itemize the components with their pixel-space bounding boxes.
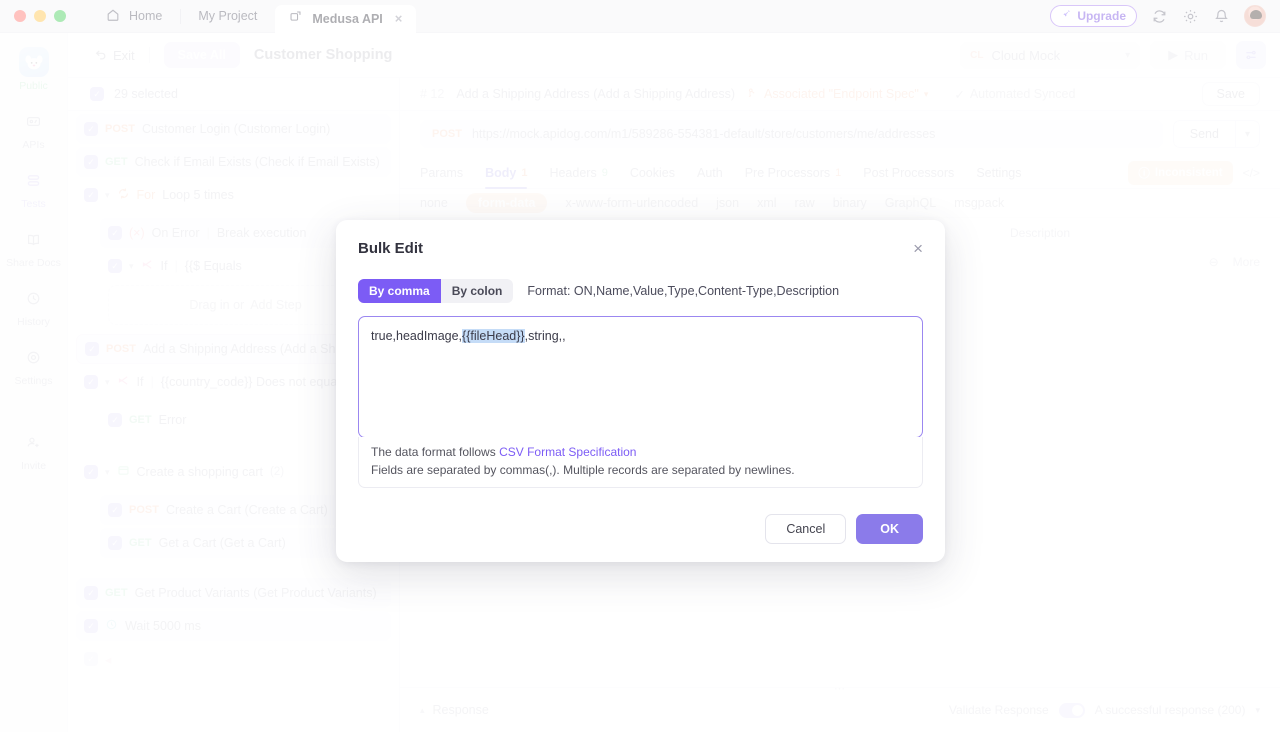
cancel-button[interactable]: Cancel <box>765 514 847 544</box>
dialog-title: Bulk Edit <box>358 240 424 257</box>
hint-line-2: Fields are separated by commas(,). Multi… <box>371 463 795 477</box>
bulk-edit-dialog: Bulk Edit × By comma By colon Format: ON… <box>336 220 945 562</box>
editor-text-before: true,headImage, <box>371 329 463 343</box>
editor-text-after: ,string,, <box>524 329 566 343</box>
dialog-hint: The data format follows CSV Format Speci… <box>358 437 923 488</box>
separator-mode-segmented-control: By comma By colon <box>358 279 514 303</box>
by-colon-button[interactable]: By colon <box>441 279 514 303</box>
editor-text-highlight: {{fileHead}} <box>462 329 525 343</box>
close-icon[interactable]: × <box>913 240 923 257</box>
app-window: Home My Project Medusa API × <box>0 0 1280 732</box>
hint-line-1-prefix: The data format follows <box>371 445 496 459</box>
by-comma-button[interactable]: By comma <box>358 279 441 303</box>
dialog-header: Bulk Edit × <box>358 240 923 257</box>
dialog-controls: By comma By colon Format: ON,Name,Value,… <box>358 279 923 303</box>
ok-button[interactable]: OK <box>856 514 923 544</box>
dialog-footer: Cancel OK <box>358 514 923 544</box>
format-hint: Format: ON,Name,Value,Type,Content-Type,… <box>527 284 840 298</box>
hint-line-1: The data format follows CSV Format Speci… <box>371 443 910 461</box>
bulk-edit-textarea[interactable]: true,headImage,{{fileHead}},string,, <box>358 316 923 438</box>
csv-format-specification-link[interactable]: CSV Format Specification <box>499 445 636 459</box>
